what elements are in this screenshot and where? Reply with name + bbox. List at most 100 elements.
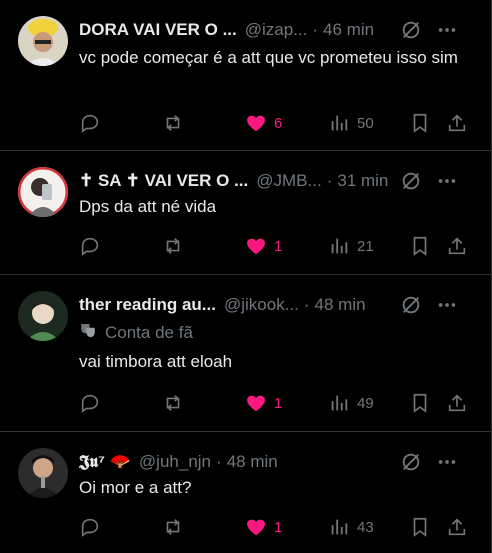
post-text: vai timbora att eloah	[79, 352, 233, 371]
like-button[interactable]: 1	[245, 235, 282, 257]
bookmark-button[interactable]	[409, 516, 431, 538]
action-bar: 6 50	[79, 112, 476, 134]
repost-button[interactable]	[162, 516, 184, 538]
action-bar: 1 21	[79, 235, 476, 257]
share-button[interactable]	[446, 516, 468, 538]
post-text: Oi mor e a att?	[79, 478, 192, 497]
timestamp[interactable]: 48 min	[315, 295, 366, 315]
action-bar: 1 49	[79, 392, 476, 414]
reply-button[interactable]	[79, 235, 101, 257]
avatar[interactable]	[18, 291, 68, 341]
more-icon[interactable]	[436, 451, 458, 473]
views-button[interactable]: 43	[328, 516, 374, 538]
share-icon	[446, 392, 468, 414]
heart-icon	[245, 235, 267, 257]
bookmark-icon	[409, 235, 431, 257]
views-button[interactable]: 21	[328, 235, 374, 257]
more-icon[interactable]	[436, 170, 458, 192]
like-button[interactable]: 1	[245, 516, 282, 538]
avatar[interactable]	[18, 448, 68, 498]
more-icon[interactable]	[436, 19, 458, 41]
grok-icon[interactable]	[400, 170, 422, 192]
timestamp[interactable]: 48 min	[227, 452, 278, 472]
post-header: ther reading au... @jikook... · 48 min	[79, 293, 476, 317]
views-icon	[328, 112, 350, 134]
reply-button[interactable]	[79, 392, 101, 414]
like-count: 6	[274, 114, 283, 132]
post-text: vc pode começar é a att que vc prometeu …	[79, 48, 458, 67]
display-name[interactable]: DORA VAI VER O ...	[79, 20, 237, 40]
user-handle[interactable]: @jikook...	[224, 295, 299, 315]
views-icon	[328, 235, 350, 257]
separator: ·	[216, 452, 222, 471]
avatar[interactable]	[18, 16, 68, 66]
share-icon	[446, 112, 468, 134]
bookmark-button[interactable]	[409, 235, 431, 257]
bookmark-icon	[409, 392, 431, 414]
display-name[interactable]: ther reading au...	[79, 295, 216, 315]
action-bar: 1 43	[79, 516, 476, 538]
heart-icon	[245, 392, 267, 414]
repost-button[interactable]	[162, 235, 184, 257]
repost-icon	[162, 235, 184, 257]
views-icon	[328, 516, 350, 538]
post[interactable]: 𝕵𝖚⁷ 🪭 @juh_njn · 48 min Oi mor e a att?	[0, 432, 492, 553]
more-icon[interactable]	[436, 294, 458, 316]
reply-icon	[79, 235, 101, 257]
display-name[interactable]: ✝ SA ✝ VAI VER O ...	[79, 171, 248, 191]
reply-icon	[79, 516, 101, 538]
repost-icon	[162, 112, 184, 134]
grok-icon[interactable]	[400, 451, 422, 473]
share-button[interactable]	[446, 112, 468, 134]
user-handle[interactable]: @juh_njn	[139, 452, 211, 472]
grok-icon[interactable]	[400, 294, 422, 316]
views-button[interactable]: 49	[328, 392, 374, 414]
repost-button[interactable]	[162, 392, 184, 414]
share-icon	[446, 235, 468, 257]
views-count: 43	[357, 518, 374, 536]
share-button[interactable]	[446, 235, 468, 257]
post-text: Dps da att né vida	[79, 197, 217, 216]
separator: ·	[303, 295, 310, 314]
reply-feed: DORA VAI VER O ... @izap... · 46 min vc …	[0, 0, 492, 553]
user-handle[interactable]: @izap...	[245, 20, 308, 40]
timestamp[interactable]: 46 min	[323, 20, 374, 40]
post-header: ✝ SA ✝ VAI VER O ... @JMB... · 31 min	[79, 169, 476, 193]
heart-icon	[245, 516, 267, 538]
like-button[interactable]: 6	[245, 112, 282, 134]
avatar[interactable]	[18, 167, 68, 217]
reply-icon	[79, 392, 101, 414]
reply-button[interactable]	[79, 516, 101, 538]
views-icon	[328, 392, 350, 414]
reply-button[interactable]	[79, 112, 101, 134]
timestamp[interactable]: 31 min	[337, 171, 388, 191]
post[interactable]: ✝ SA ✝ VAI VER O ... @JMB... · 31 min Dp…	[0, 151, 492, 275]
views-count: 21	[357, 237, 374, 255]
theater-mask-icon	[79, 321, 97, 344]
separator: ·	[326, 171, 333, 190]
bookmark-icon	[409, 516, 431, 538]
repost-button[interactable]	[162, 112, 184, 134]
display-name[interactable]: 𝕵𝖚⁷ 🪭	[79, 452, 131, 472]
like-count: 1	[274, 237, 283, 255]
post[interactable]: DORA VAI VER O ... @izap... · 46 min vc …	[0, 0, 492, 151]
views-count: 49	[357, 394, 374, 412]
bookmark-button[interactable]	[409, 392, 431, 414]
post-header: 𝕵𝖚⁷ 🪭 @juh_njn · 48 min	[79, 450, 476, 474]
views-button[interactable]: 50	[328, 112, 374, 134]
repost-icon	[162, 516, 184, 538]
like-count: 1	[274, 394, 283, 412]
separator: ·	[312, 20, 319, 39]
bookmark-button[interactable]	[409, 112, 431, 134]
views-count: 50	[357, 114, 374, 132]
repost-icon	[162, 392, 184, 414]
grok-icon[interactable]	[400, 19, 422, 41]
like-button[interactable]: 1	[245, 392, 282, 414]
share-button[interactable]	[446, 392, 468, 414]
post[interactable]: ther reading au... @jikook... · 48 min C…	[0, 275, 492, 432]
bookmark-icon	[409, 112, 431, 134]
badge-label: Conta de fã	[105, 322, 193, 342]
user-handle[interactable]: @JMB...	[256, 171, 321, 191]
fan-account-badge: Conta de fã	[79, 321, 193, 344]
post-header: DORA VAI VER O ... @izap... · 46 min	[79, 18, 476, 42]
